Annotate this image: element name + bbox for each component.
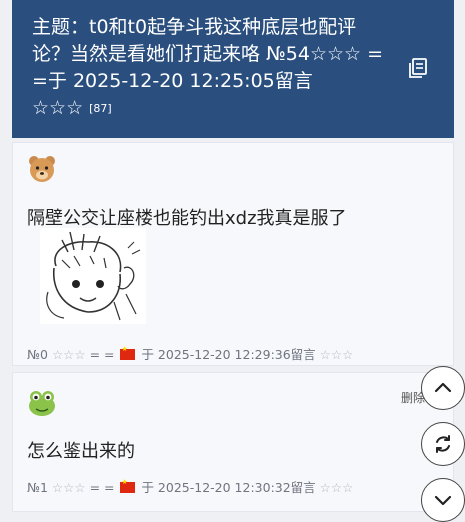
post-meta: №0 ☆☆☆ = = 于 2025-12-20 12:29:36留言 ☆☆☆: [27, 344, 353, 363]
topic-title-text: 主题：t0和t0起争斗我这种底层也配评论？当然是看她们打起来咯 №54☆☆☆ =…: [32, 16, 384, 119]
author-name: = =: [89, 480, 115, 495]
topic-title: 主题：t0和t0起争斗我这种底层也配评论？当然是看她们打起来咯 №54☆☆☆ =…: [32, 14, 392, 122]
post-meta: №1 ☆☆☆ = = 于 2025-12-20 12:30:32留言 ☆☆☆: [27, 477, 353, 496]
scroll-down-button[interactable]: [421, 478, 465, 522]
chevron-up-icon: [434, 382, 452, 393]
post-count: [87]: [89, 102, 112, 115]
frog-icon: [29, 391, 55, 416]
scroll-top-button[interactable]: [421, 366, 465, 410]
refresh-icon: [436, 435, 450, 453]
china-flag-icon: [120, 345, 136, 360]
author-stars: ☆☆☆: [51, 480, 86, 495]
china-flag-icon: [120, 478, 136, 493]
bear-icon: [29, 156, 55, 182]
topic-header: 主题：t0和t0起争斗我这种底层也配评论？当然是看她们打起来咯 №54☆☆☆ =…: [12, 0, 454, 138]
author-name: = =: [89, 347, 115, 362]
copy-icon[interactable]: [407, 57, 429, 79]
post-datetime: 于 2025-12-20 12:29:36留言: [141, 347, 316, 362]
author-stars-trailing: ☆☆☆: [319, 347, 354, 362]
floor-number: №1: [27, 480, 48, 495]
author-stars: ☆☆☆: [51, 347, 86, 362]
post-message: 怎么鉴出来的: [27, 441, 135, 462]
floor-number: №0: [27, 347, 48, 362]
chevron-down-icon: [434, 495, 452, 506]
refresh-button[interactable]: [421, 422, 465, 466]
post-message: 隔壁公交让座楼也能钓出xdz我真是服了: [27, 208, 347, 229]
sticker-image[interactable]: [40, 228, 146, 324]
author-stars-trailing: ☆☆☆: [319, 480, 354, 495]
post-datetime: 于 2025-12-20 12:30:32留言: [141, 480, 316, 495]
